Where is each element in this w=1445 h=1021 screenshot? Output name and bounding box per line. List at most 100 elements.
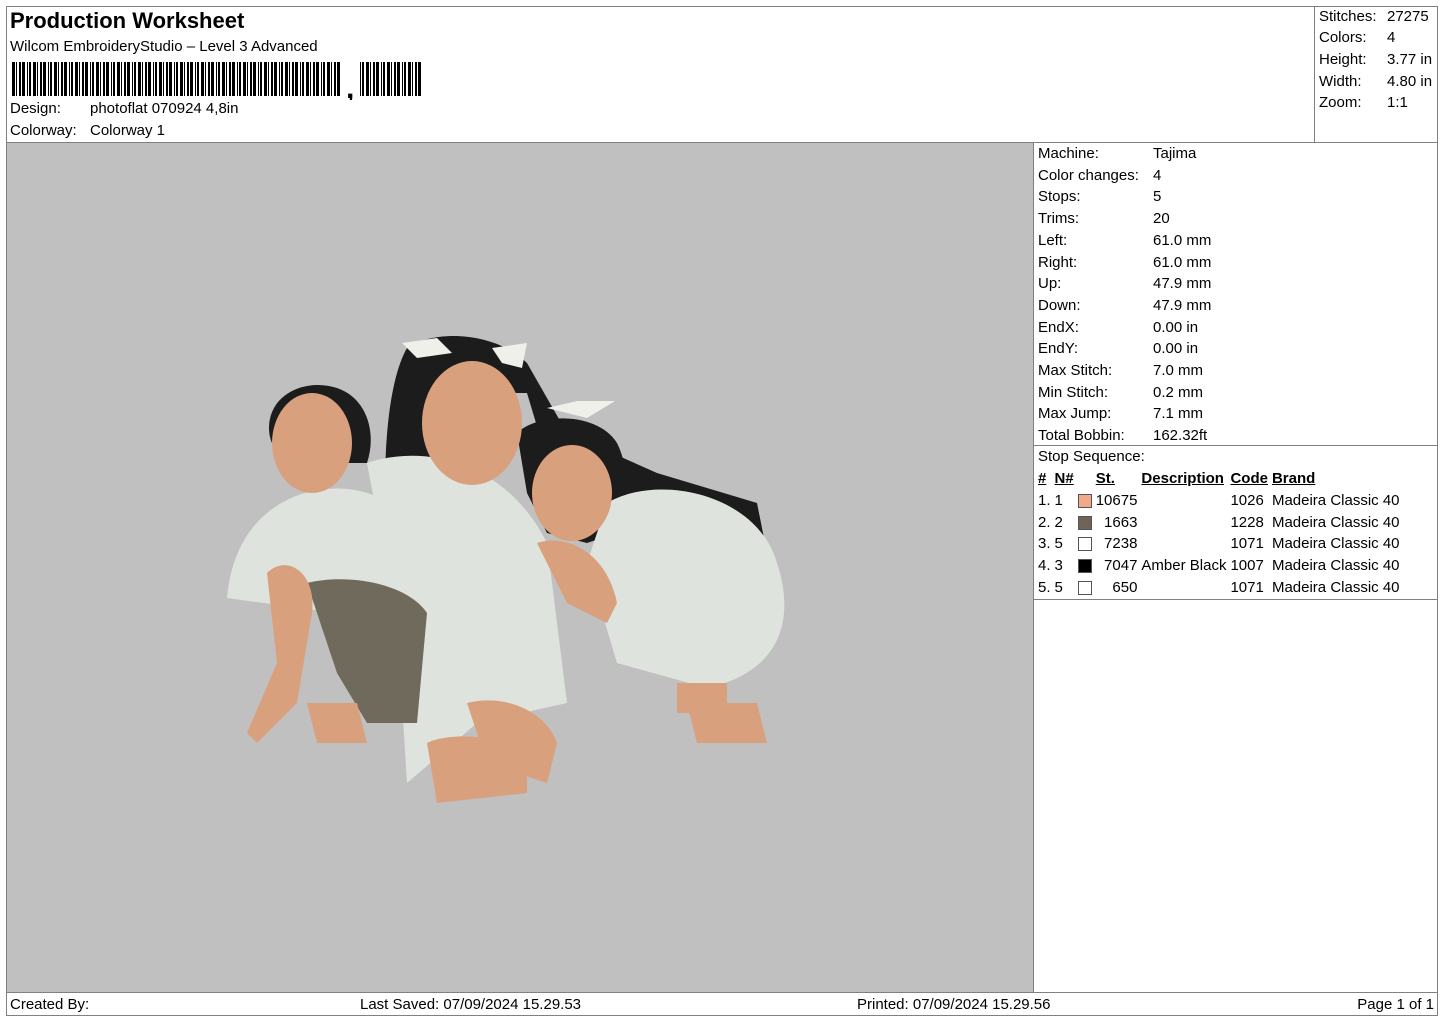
worksheet-header: Production Worksheet Wilcom EmbroiderySt…	[6, 6, 1315, 143]
machine-info-row: Right: 61.0 mm	[1038, 254, 1211, 271]
design-preview[interactable]	[7, 143, 1034, 992]
row-code: 1007	[1230, 557, 1264, 575]
row-num: 5.	[1038, 578, 1051, 596]
row-stitches: 7047	[1104, 557, 1138, 575]
row-num: 2.	[1038, 513, 1051, 531]
machine-info-row: Total Bobbin: 162.32ft	[1038, 427, 1207, 444]
summary-value: 4	[1387, 29, 1396, 46]
row-n: 3	[1054, 557, 1063, 575]
table-row: 4. 3 7047 Amber Black 1007 Madeira Classic 40	[1036, 555, 1402, 577]
summary-value: 1:1	[1387, 94, 1408, 111]
summary-row: Zoom: 1:1	[1319, 94, 1408, 111]
info-label: Right:	[1038, 253, 1078, 271]
info-label: Max Jump:	[1038, 405, 1112, 423]
svg-text:,: ,	[346, 72, 354, 100]
row-n: 2	[1054, 513, 1063, 531]
summary-label: Colors:	[1319, 29, 1367, 46]
last-saved: Last Saved: 07/09/2024 15.29.53	[360, 996, 582, 1013]
summary-value: 4.80 in	[1387, 73, 1433, 90]
bow-right	[547, 401, 615, 418]
machine-info-row: Stops: 5	[1038, 188, 1161, 205]
machine-info-row: EndY: 0.00 in	[1038, 340, 1198, 357]
feet-right-girl-2	[677, 683, 727, 713]
color-swatch	[1076, 533, 1094, 555]
design-summary: Stitches: 27275 Colors: 4 Height: 3.77 in W…	[1315, 6, 1438, 143]
summary-row: Colors: 4	[1319, 29, 1395, 46]
info-value: Tajima	[1153, 145, 1197, 162]
summary-label: Stitches:	[1319, 8, 1377, 25]
row-n: 5	[1054, 535, 1063, 553]
row-brand: Madeira Classic 40	[1271, 557, 1400, 575]
info-label: EndX:	[1038, 318, 1079, 336]
row-n: 5	[1054, 578, 1063, 596]
col-n: N#	[1054, 470, 1074, 488]
color-swatch	[1076, 490, 1094, 512]
info-label: Max Stitch:	[1038, 362, 1113, 379]
col-num: #	[1038, 470, 1047, 488]
colorway-row: Colorway: Colorway 1	[10, 122, 165, 139]
machine-info-row: Machine: Tajima	[1038, 145, 1196, 162]
page-number: Page 1 of 1	[1357, 996, 1434, 1013]
summary-label: Height:	[1319, 51, 1367, 68]
colorway-label: Colorway:	[10, 122, 77, 139]
table-row: 1. 1 10675 1026 Madeira Classic 40	[1036, 490, 1402, 512]
info-panel: Machine: Tajima Color changes: 4 Stops: 5 Trim…	[1034, 143, 1438, 992]
summary-label: Zoom:	[1319, 94, 1362, 111]
stop-sequence-title: Stop Sequence:	[1038, 448, 1145, 465]
row-code: 1228	[1230, 513, 1264, 531]
design-row: Design: photoflat 070924 4,8in	[10, 100, 238, 117]
info-value: 5	[1153, 188, 1162, 206]
printed-date: Printed: 07/09/2024 15.29.56	[857, 996, 1051, 1013]
table-row: 5. 5 650 1071 Madeira Classic 40	[1036, 576, 1402, 598]
info-label: Total Bobbin:	[1038, 427, 1125, 445]
col-description: Description	[1141, 470, 1224, 488]
info-value: 0.00 in	[1153, 318, 1199, 336]
summary-value: 3.77 in	[1387, 51, 1433, 68]
row-code: 1071	[1230, 578, 1264, 596]
face-right-girl	[532, 445, 612, 541]
info-value: 0.00 in	[1153, 340, 1199, 358]
row-stitches: 10675	[1095, 492, 1138, 510]
row-stitches: 1663	[1104, 513, 1138, 531]
table-row: 3. 5 7238 1071 Madeira Classic 40	[1036, 533, 1402, 555]
machine-info-row: Color changes: 4	[1038, 167, 1161, 184]
machine-info-row: Up: 47.9 mm	[1038, 275, 1211, 292]
row-description	[1139, 490, 1228, 512]
row-description: Amber Black	[1141, 557, 1227, 575]
info-label: Min Stitch:	[1038, 383, 1109, 401]
page-title: Production Worksheet	[10, 8, 245, 33]
table-row: 2. 2 1663 1228 Madeira Classic 40	[1036, 511, 1402, 533]
col-st: St.	[1095, 470, 1115, 488]
info-value: 7.0 mm	[1153, 362, 1204, 379]
embroidery-illustration	[227, 336, 785, 803]
stop-sequence-table: # N# St. Description Code Brand 1. 1 10675…	[1036, 468, 1402, 598]
table-header: # N# St. Description Code Brand	[1036, 468, 1402, 490]
row-description	[1139, 511, 1228, 533]
machine-info-row: Trims: 20	[1038, 210, 1170, 227]
info-label: Up:	[1038, 275, 1062, 293]
info-label: Stops:	[1038, 188, 1081, 206]
info-label: Left:	[1038, 231, 1068, 249]
summary-value: 27275	[1387, 8, 1429, 25]
shorts-boy	[307, 579, 427, 723]
row-num: 1.	[1038, 492, 1051, 510]
info-label: Color changes:	[1038, 166, 1139, 184]
info-value: 20	[1153, 210, 1170, 228]
row-code: 1026	[1230, 492, 1264, 510]
feet-boy	[307, 703, 367, 743]
row-brand: Madeira Classic 40	[1271, 535, 1400, 553]
created-by: Created By:	[10, 996, 90, 1013]
divider	[1034, 445, 1438, 446]
col-swatch	[1076, 468, 1094, 490]
row-code: 1071	[1230, 535, 1264, 553]
info-value: 47.9 mm	[1153, 296, 1212, 314]
info-label: Down:	[1038, 296, 1081, 314]
row-description	[1139, 533, 1228, 555]
machine-info-row: EndX: 0.00 in	[1038, 319, 1198, 336]
barcode: ,	[12, 62, 421, 100]
design-label: Design:	[10, 100, 61, 117]
row-brand: Madeira Classic 40	[1271, 513, 1400, 531]
worksheet-footer: Created By: Last Saved: 07/09/2024 15.29…	[6, 992, 1438, 1016]
machine-info-row: Max Jump: 7.1 mm	[1038, 405, 1203, 422]
info-value: 61.0 mm	[1153, 253, 1212, 271]
